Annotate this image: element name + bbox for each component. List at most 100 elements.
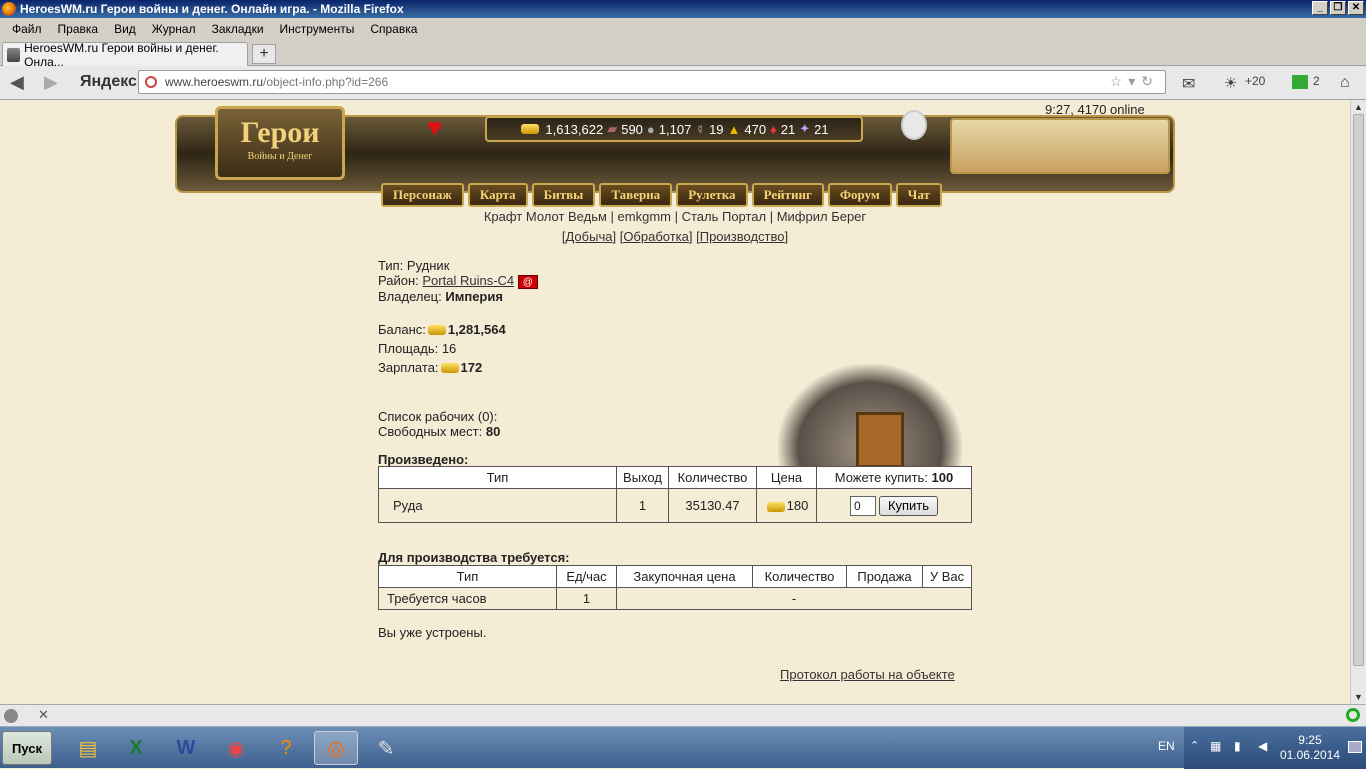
- weather-temperature: +20: [1245, 74, 1266, 88]
- table-row: Руда 1 35130.47 180 0 Купить: [378, 488, 972, 523]
- req-col-quantity: Количество: [752, 565, 847, 588]
- scroll-thumb[interactable]: [1353, 114, 1364, 666]
- col-can-buy: Можете купить: 100: [816, 466, 972, 489]
- paint-icon[interactable]: ✎: [364, 731, 408, 765]
- counter-value: 2: [1313, 74, 1320, 88]
- restore-button[interactable]: ❐: [1330, 1, 1346, 15]
- scroll-up-icon[interactable]: ▲: [1354, 102, 1363, 112]
- link-processing[interactable]: Обработка: [623, 229, 689, 244]
- heart-icon[interactable]: ♥: [427, 112, 442, 143]
- game-nav: Персонаж Карта Битвы Таверна Рулетка Рей…: [381, 183, 971, 207]
- start-button[interactable]: Пуск: [2, 731, 52, 765]
- volume-icon[interactable]: ◀: [1258, 739, 1267, 753]
- vertical-scrollbar[interactable]: ▲ ▼: [1350, 100, 1366, 704]
- required-heading: Для производства требуется:: [378, 550, 570, 565]
- excel-icon[interactable]: X: [114, 731, 158, 765]
- nav-map[interactable]: Карта: [467, 183, 528, 207]
- gems-amount: 21: [814, 121, 829, 137]
- show-desktop-icon[interactable]: [1348, 741, 1362, 753]
- signal-icon[interactable]: ▮: [1234, 739, 1241, 753]
- tab-heroeswm[interactable]: HeroesWM.ru Герои войны и денег. Онла...: [2, 40, 248, 69]
- online-status: 9:27, 4170 online: [1045, 102, 1145, 117]
- gold-icon: [521, 124, 540, 134]
- district-label: Район:: [378, 273, 419, 288]
- sync-icon[interactable]: [1346, 708, 1360, 722]
- close-window-button[interactable]: ✕: [1348, 1, 1364, 15]
- gems-icon: ✦: [799, 121, 811, 136]
- nav-rating[interactable]: Рейтинг: [751, 183, 824, 207]
- firefox-taskbar-icon[interactable]: ◎: [314, 731, 358, 765]
- url-bar[interactable]: www.heroeswm.ru /object-info.php?id=266 …: [138, 70, 1166, 94]
- chrome-icon[interactable]: ◉: [214, 731, 258, 765]
- tray-expand-icon[interactable]: ⌃: [1190, 739, 1199, 752]
- req-col-per-hour: Ед/час: [556, 565, 617, 588]
- explorer-icon[interactable]: ▤: [66, 731, 110, 765]
- close-addon-bar-icon[interactable]: ✕: [38, 707, 49, 723]
- counter-icon[interactable]: [1292, 75, 1308, 89]
- district-link[interactable]: Portal Ruins-C4: [422, 273, 514, 288]
- link-mining[interactable]: Добыча: [565, 229, 612, 244]
- scroll-down-icon[interactable]: ▼: [1354, 692, 1363, 702]
- buy-button[interactable]: Купить: [878, 495, 939, 516]
- menu-view[interactable]: Вид: [106, 22, 144, 36]
- clan-links[interactable]: Крафт Молот Ведьм | emkgmm | Сталь Порта…: [0, 209, 1350, 224]
- home-icon[interactable]: ⌂: [1340, 74, 1350, 92]
- nav-forum[interactable]: Форум: [827, 183, 892, 207]
- menu-file[interactable]: Файл: [4, 22, 50, 36]
- clock-date: 01.06.2014: [1279, 748, 1340, 762]
- flask-icon[interactable]: [901, 110, 927, 140]
- nav-roulette[interactable]: Рулетка: [676, 183, 748, 207]
- col-output: Выход: [616, 466, 669, 489]
- menu-help[interactable]: Справка: [362, 22, 425, 36]
- owner-value: Империя: [445, 288, 503, 304]
- wood-icon: ▰: [607, 121, 618, 136]
- bookmark-star-icon[interactable]: ☆▾↻: [1110, 73, 1159, 90]
- ore-amount: 1,107: [658, 121, 692, 137]
- sulfur-amount: 470: [744, 121, 767, 137]
- col-type: Тип: [378, 466, 617, 489]
- game-logo[interactable]: Герои Войны и Денег: [215, 106, 345, 180]
- navigation-toolbar: ◀ ▶ Яндекс www.heroeswm.ru /object-info.…: [0, 66, 1366, 100]
- category-links: [Добыча] [Обработка] [Производство]: [561, 229, 789, 244]
- owner-label: Владелец:: [378, 288, 442, 304]
- mail-icon[interactable]: ✉: [1182, 74, 1195, 94]
- buy-cell: 0 Купить: [816, 488, 972, 523]
- back-arrow-icon[interactable]: ◀: [10, 72, 24, 93]
- nav-character[interactable]: Персонаж: [381, 183, 464, 207]
- menu-tools[interactable]: Инструменты: [272, 22, 363, 36]
- free-slots-label: Свободных мест:: [378, 423, 483, 439]
- nav-tavern[interactable]: Таверна: [599, 183, 673, 207]
- addon-bar: ✕: [0, 704, 1366, 726]
- district-badge-icon[interactable]: @: [517, 274, 538, 289]
- req-type: Требуется часов: [378, 587, 557, 610]
- adblock-icon[interactable]: [4, 709, 18, 723]
- nav-chat[interactable]: Чат: [895, 183, 942, 207]
- table-row: Требуется часов 1 -: [378, 587, 972, 610]
- weather-sun-icon[interactable]: ☀: [1224, 74, 1237, 92]
- menu-history[interactable]: Журнал: [144, 22, 204, 36]
- buy-quantity-input[interactable]: 0: [849, 495, 876, 516]
- mercury-icon: ☿: [695, 121, 706, 137]
- url-host: www.heroeswm.ru: [165, 75, 264, 89]
- tab-title: HeroesWM.ru Герои войны и денег. Онла...: [24, 40, 219, 69]
- new-tab-button[interactable]: +: [252, 44, 276, 64]
- site-identity-icon[interactable]: [145, 76, 157, 88]
- clock[interactable]: 9:25 01.06.2014: [1280, 733, 1340, 763]
- menu-edit[interactable]: Правка: [50, 22, 107, 36]
- protocol-link[interactable]: Протокол работы на объекте: [780, 667, 955, 682]
- can-buy-value: 100: [931, 470, 954, 485]
- mercury-amount: 19: [709, 121, 724, 137]
- gold-icon: [766, 501, 785, 512]
- yandex-logo[interactable]: Яндекс: [80, 73, 137, 91]
- network-icon[interactable]: ▦: [1210, 739, 1221, 753]
- nav-battles[interactable]: Битвы: [531, 183, 596, 207]
- wood-amount: 590: [621, 121, 643, 137]
- menu-bookmarks[interactable]: Закладки: [204, 22, 272, 36]
- forward-arrow-icon[interactable]: ▶: [44, 72, 58, 93]
- minimize-button[interactable]: _: [1312, 1, 1328, 15]
- language-indicator[interactable]: EN: [1158, 739, 1175, 753]
- help-icon[interactable]: ?: [264, 731, 308, 765]
- link-production[interactable]: Производство: [700, 229, 785, 244]
- word-icon[interactable]: W: [164, 731, 208, 765]
- page-content: Герои Войны и Денег ♥ 1,613,622 ▰ 590 ● …: [0, 100, 1350, 704]
